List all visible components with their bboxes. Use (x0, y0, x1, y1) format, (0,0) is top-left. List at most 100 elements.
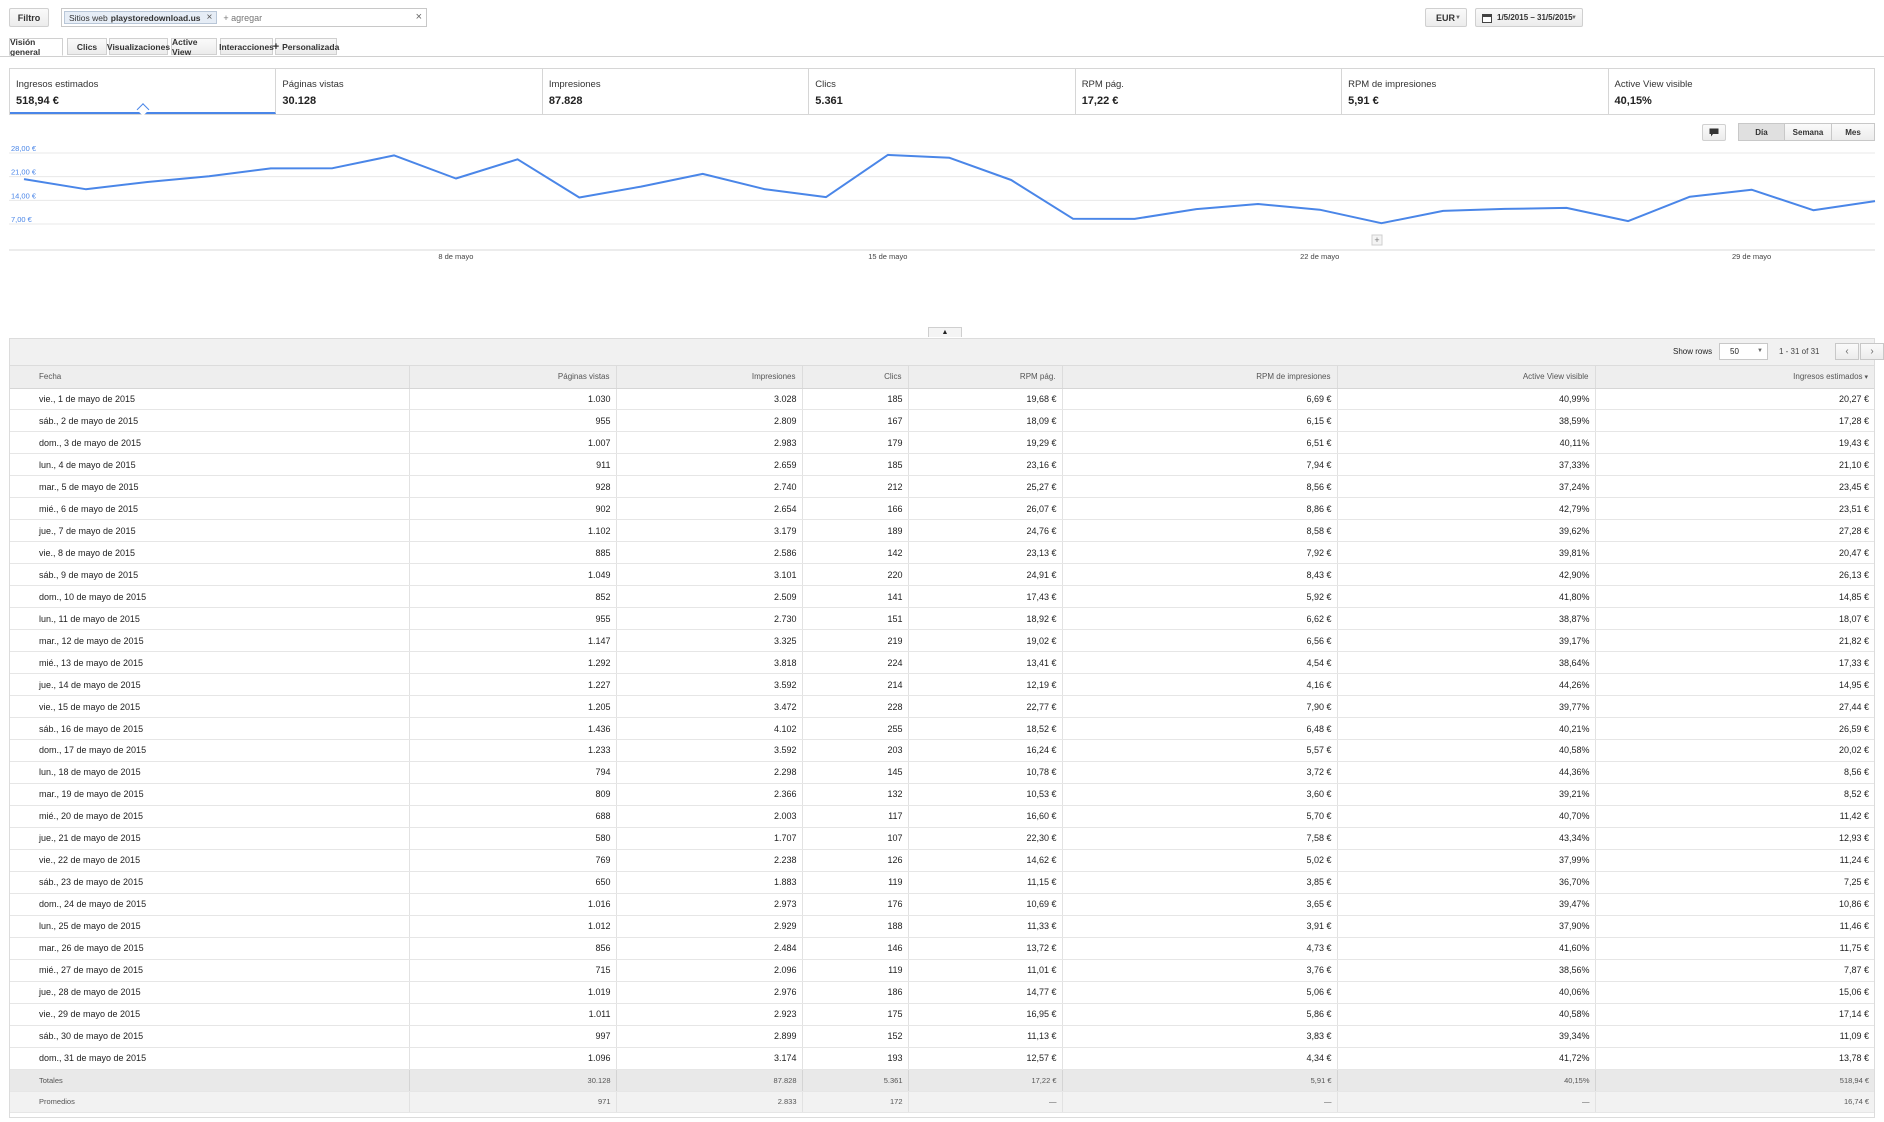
period-day-button[interactable]: Día (1738, 123, 1785, 141)
scorecard-rpm-impresiones[interactable]: RPM de impresiones 5,91 € (1342, 69, 1609, 114)
table-cell: 16,74 € (1595, 1091, 1874, 1114)
scorecard-rpm-pag[interactable]: RPM pág. 17,22 € (1076, 69, 1343, 114)
col-rpm-pag-header[interactable]: RPM pág. (908, 366, 1063, 389)
tab-vision-general[interactable]: Visión general (9, 37, 63, 57)
table-cell: 18,09 € (908, 409, 1063, 433)
scorecard-clics[interactable]: Clics 5.361 (809, 69, 1076, 114)
table-cell: 24,76 € (908, 519, 1063, 543)
table-cell: 1.016 (409, 893, 617, 916)
col-fecha-header[interactable]: Fecha (10, 366, 410, 389)
table-cell: 41,80% (1337, 585, 1596, 609)
period-month-button[interactable]: Mes (1831, 123, 1875, 141)
table-cell: 11,15 € (908, 871, 1063, 894)
tab-visualizaciones[interactable]: Visualizaciones (107, 38, 170, 55)
table-cell: 1.436 (409, 717, 617, 740)
table-cell: vie., 1 de mayo de 2015 (10, 388, 410, 411)
table-cell: 3,72 € (1062, 761, 1338, 784)
collapse-chart-toggle[interactable]: ▲ (928, 327, 962, 337)
filter-add-input[interactable] (223, 12, 404, 23)
scorecard-ingresos-estimados[interactable]: Ingresos estimados 518,94 € (10, 69, 277, 114)
revenue-line-chart: 28,00 € 21,00 € 14,00 € 7,00 € 8 de mayo 15 d… (9, 144, 1876, 261)
table-cell: 212 (802, 475, 909, 499)
scorecard-label: RPM de impresiones (1348, 79, 1437, 90)
add-annotation-button[interactable]: + (1371, 234, 1383, 246)
table-cell: 7,94 € (1062, 453, 1338, 477)
scorecard-impresiones[interactable]: Impresiones 87.828 (543, 69, 810, 114)
data-point (702, 173, 704, 175)
table-cell: 18,92 € (908, 607, 1063, 631)
table-cell: 2.899 (616, 1025, 803, 1048)
col-clics-header[interactable]: Clics (802, 366, 909, 389)
date-range-picker[interactable]: 1/5/2015 – 31/5/2015 ▼ (1475, 8, 1583, 27)
table-cell: 21,10 € (1595, 453, 1874, 477)
table-cell: 25,27 € (908, 475, 1063, 499)
col-ingresos-estimados-header[interactable]: Ingresos estimados ▾ (1595, 366, 1874, 389)
table-cell: 38,64% (1337, 651, 1596, 675)
table-row: dom., 31 de mayo de 2015 1.096 3.174 193 12,… (10, 1047, 1874, 1070)
close-icon[interactable]: × (207, 12, 213, 23)
annotation-button[interactable] (1702, 124, 1726, 141)
scorecard-paginas-vistas[interactable]: Páginas vistas 30.128 (276, 69, 543, 114)
table-cell: 37,33% (1337, 453, 1596, 477)
table-cell: 6,15 € (1062, 409, 1338, 433)
table-cell: dom., 31 de mayo de 2015 (10, 1047, 410, 1070)
table-cell: 3,76 € (1062, 959, 1338, 982)
table-cell: 151 (802, 607, 909, 631)
x-tick-label: 29 de mayo (1732, 252, 1771, 261)
table-cell: 13,41 € (908, 651, 1063, 675)
data-point (578, 196, 580, 198)
rows-per-page-value: 50 (1730, 347, 1739, 356)
table-row: sáb., 9 de mayo de 2015 1.049 3.101 220 24,9… (10, 563, 1874, 587)
table-cell: 107 (802, 827, 909, 850)
data-point (208, 175, 210, 177)
tab-personalizada[interactable]: + Personalizada (273, 38, 340, 55)
col-rpm-impresiones-header[interactable]: RPM de impresiones (1062, 366, 1338, 389)
table-cell: 3.028 (616, 388, 803, 411)
table-row: mar., 19 de mayo de 2015 809 2.366 132 10,53… (10, 783, 1874, 806)
table-row: vie., 22 de mayo de 2015 769 2.238 126 14,62… (10, 849, 1874, 872)
table-cell: 20,02 € (1595, 739, 1874, 762)
table-cell: 2.976 (616, 981, 803, 1004)
filter-box[interactable]: Sitios web playstoredownload.us × × (61, 8, 427, 27)
table-cell: 3.179 (616, 519, 803, 543)
table-cell: mar., 12 de mayo de 2015 (10, 629, 410, 653)
close-icon[interactable]: × (416, 11, 422, 23)
y-tick-label: 21,00 € (11, 168, 37, 177)
table-row: sáb., 2 de mayo de 2015 955 2.809 167 18,09 … (10, 409, 1874, 433)
filter-button[interactable]: Filtro (9, 8, 49, 27)
prev-page-button[interactable]: ‹ (1835, 343, 1859, 360)
scorecard-active-view[interactable]: Active View visible 40,15% (1609, 69, 1874, 114)
table-cell: mar., 5 de mayo de 2015 (10, 475, 410, 499)
table-cell: 580 (409, 827, 617, 850)
col-active-view-header[interactable]: Active View visible (1337, 366, 1596, 389)
tab-active-view[interactable]: Active View (171, 37, 217, 57)
scorecard-value: 17,22 € (1081, 95, 1119, 107)
table-row: mar., 12 de mayo de 2015 1.147 3.325 219 19,… (10, 629, 1874, 653)
tab-interacciones[interactable]: Interacciones (219, 38, 274, 55)
tab-personalizada-label: Personalizada (282, 41, 340, 52)
tab-clics[interactable]: Clics (67, 38, 107, 55)
period-week-button[interactable]: Semana (1784, 123, 1832, 141)
scorecards: Ingresos estimados 518,94 € Páginas vist… (9, 68, 1875, 115)
table-cell: 16,95 € (908, 1003, 1063, 1026)
table-cell: 2.484 (616, 937, 803, 960)
table-cell: 7,25 € (1595, 871, 1874, 894)
col-paginas-vistas-header[interactable]: Páginas vistas (409, 366, 617, 389)
next-page-button[interactable]: › (1860, 343, 1884, 360)
table-cell: 255 (802, 717, 909, 740)
currency-select[interactable]: EUR ▼ (1425, 8, 1467, 27)
data-point (455, 177, 457, 179)
data-point (1380, 222, 1382, 224)
filter-chip[interactable]: Sitios web playstoredownload.us × (64, 11, 218, 24)
rows-per-page-select[interactable]: 50 ▼ (1719, 343, 1768, 360)
table-cell: 2.238 (616, 849, 803, 872)
table-row: dom., 17 de mayo de 2015 1.233 3.592 203 16,… (10, 739, 1874, 762)
col-impresiones-header[interactable]: Impresiones (616, 366, 803, 389)
table-cell: 40,15% (1337, 1069, 1596, 1092)
table-cell: 214 (802, 673, 909, 697)
table-cell: 11,46 € (1595, 915, 1874, 938)
data-point (393, 154, 395, 156)
table-row: vie., 15 de mayo de 2015 1.205 3.472 228 22,… (10, 695, 1874, 719)
scorecard-label: Páginas vistas (282, 79, 344, 90)
table-cell: 8,52 € (1595, 783, 1874, 806)
